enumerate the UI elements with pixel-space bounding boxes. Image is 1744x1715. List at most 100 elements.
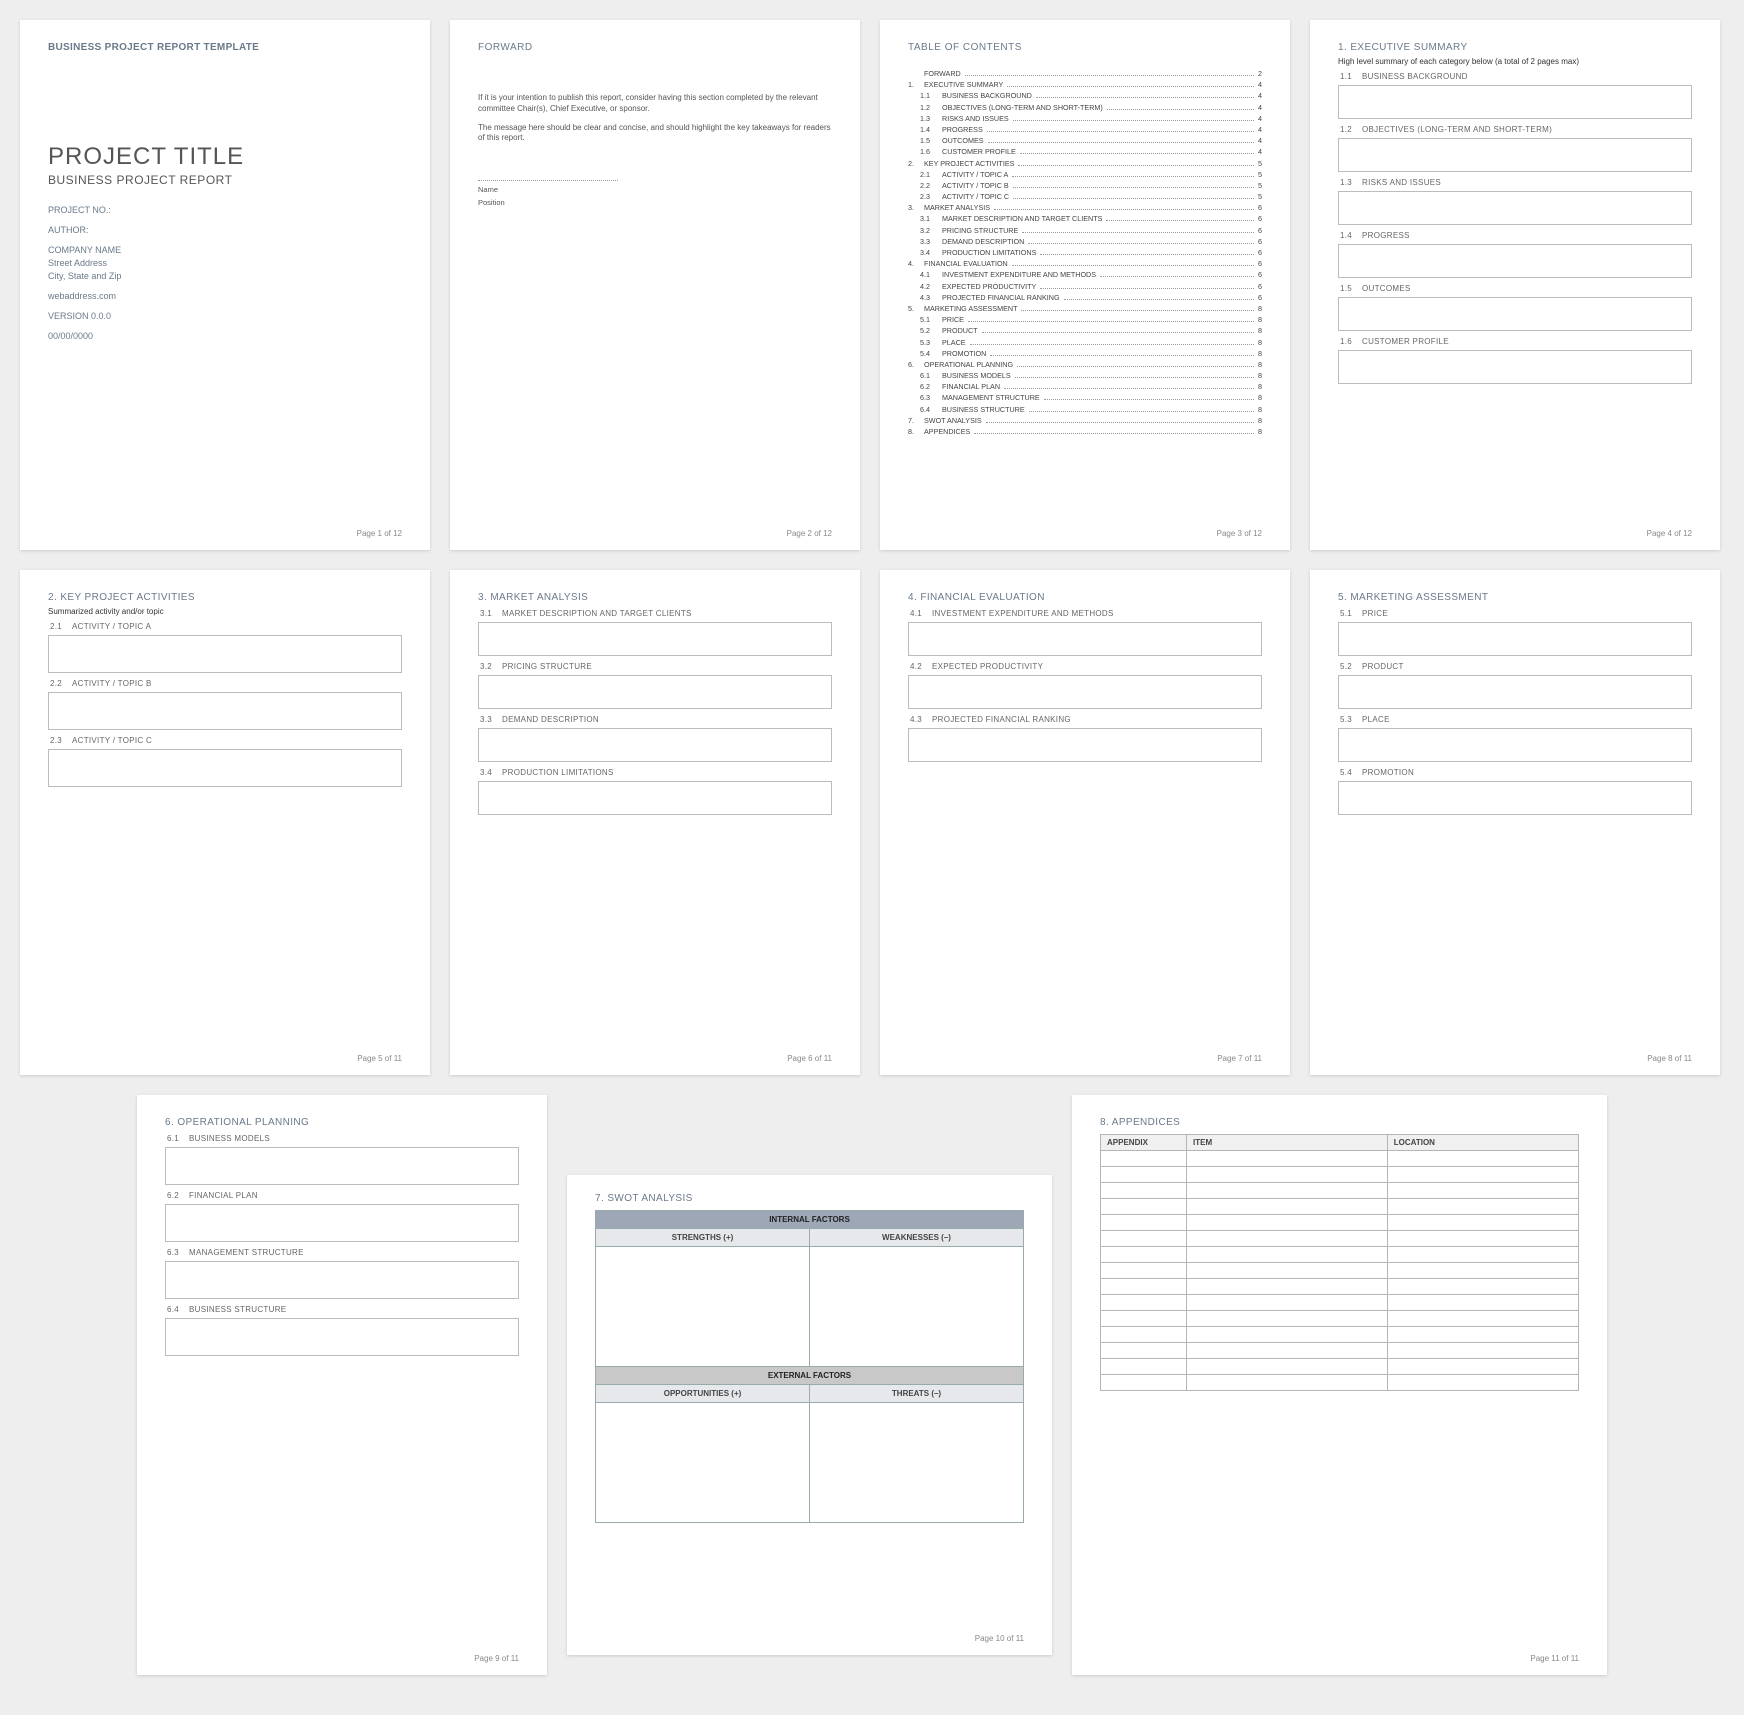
apx-cell[interactable] — [1187, 1231, 1388, 1247]
project-title: PROJECT TITLE — [48, 143, 402, 171]
toc-num: 7. — [908, 416, 918, 425]
toc-label: ACTIVITY / TOPIC C — [942, 192, 1009, 201]
toc-num: 2.2 — [920, 181, 936, 190]
apx-cell[interactable] — [1187, 1327, 1388, 1343]
apx-cell[interactable] — [1101, 1327, 1187, 1343]
apx-cell[interactable] — [1387, 1327, 1578, 1343]
apx-cell[interactable] — [1387, 1167, 1578, 1183]
subsection-heading: 4.3PROJECTED FINANCIAL RANKING — [910, 715, 1262, 724]
input-box[interactable] — [908, 675, 1262, 709]
apx-cell[interactable] — [1187, 1375, 1388, 1391]
input-box[interactable] — [165, 1318, 519, 1356]
subsection-heading: 1.5OUTCOMES — [1340, 284, 1692, 293]
apx-cell[interactable] — [1187, 1167, 1388, 1183]
input-box[interactable] — [48, 692, 402, 730]
swot-opportunities-cell[interactable] — [596, 1403, 810, 1523]
apx-cell[interactable] — [1187, 1199, 1388, 1215]
apx-cell[interactable] — [1187, 1311, 1388, 1327]
apx-cell[interactable] — [1387, 1263, 1578, 1279]
apx-cell[interactable] — [1187, 1247, 1388, 1263]
apx-cell[interactable] — [1387, 1231, 1578, 1247]
apx-col-item: ITEM — [1187, 1135, 1388, 1151]
apx-cell[interactable] — [1101, 1231, 1187, 1247]
apx-cell[interactable] — [1187, 1359, 1388, 1375]
input-box[interactable] — [48, 749, 402, 787]
toc-page: 4 — [1258, 91, 1262, 100]
apx-cell[interactable] — [1101, 1311, 1187, 1327]
input-box[interactable] — [1338, 675, 1692, 709]
apx-cell[interactable] — [1101, 1359, 1187, 1375]
input-box[interactable] — [1338, 781, 1692, 815]
apx-cell[interactable] — [1101, 1343, 1187, 1359]
apx-cell[interactable] — [1187, 1279, 1388, 1295]
apx-cell[interactable] — [1387, 1199, 1578, 1215]
apx-cell[interactable] — [1187, 1263, 1388, 1279]
swot-weaknesses-cell[interactable] — [810, 1247, 1024, 1367]
swot-table: INTERNAL FACTORS STRENGTHS (+) WEAKNESSE… — [595, 1210, 1024, 1523]
input-box[interactable] — [1338, 728, 1692, 762]
page-4-executive-summary: 1. EXECUTIVE SUMMARY High level summary … — [1310, 20, 1720, 550]
apx-cell[interactable] — [1387, 1183, 1578, 1199]
apx-cell[interactable] — [1387, 1343, 1578, 1359]
apx-cell[interactable] — [1387, 1279, 1578, 1295]
apx-cell[interactable] — [1387, 1215, 1578, 1231]
input-box[interactable] — [1338, 297, 1692, 331]
apx-cell[interactable] — [1101, 1375, 1187, 1391]
toc-entry: 5.MARKETING ASSESSMENT8 — [908, 304, 1262, 313]
apx-cell[interactable] — [1101, 1151, 1187, 1167]
input-box[interactable] — [165, 1147, 519, 1185]
input-box[interactable] — [478, 728, 832, 762]
city-state-zip: City, State and Zip — [48, 271, 402, 281]
apx-cell[interactable] — [1387, 1359, 1578, 1375]
toc-page: 8 — [1258, 371, 1262, 380]
apx-cell[interactable] — [1387, 1247, 1578, 1263]
apx-cell[interactable] — [1387, 1375, 1578, 1391]
input-box[interactable] — [1338, 85, 1692, 119]
apx-cell[interactable] — [1101, 1295, 1187, 1311]
subsection-heading: 4.1INVESTMENT EXPENDITURE AND METHODS — [910, 609, 1262, 618]
input-box[interactable] — [48, 635, 402, 673]
apx-cell[interactable] — [1101, 1279, 1187, 1295]
apx-cell[interactable] — [1187, 1183, 1388, 1199]
toc-entry: 1.4PROGRESS4 — [908, 125, 1262, 134]
swot-threats-cell[interactable] — [810, 1403, 1024, 1523]
page-9-operational-planning: 6. OPERATIONAL PLANNING 6.1BUSINESS MODE… — [137, 1095, 547, 1675]
apx-cell[interactable] — [1187, 1343, 1388, 1359]
apx-cell[interactable] — [1187, 1295, 1388, 1311]
apx-cell[interactable] — [1187, 1215, 1388, 1231]
input-box[interactable] — [908, 622, 1262, 656]
input-box[interactable] — [1338, 622, 1692, 656]
apx-cell[interactable] — [1387, 1151, 1578, 1167]
apx-cell[interactable] — [1101, 1199, 1187, 1215]
page-footer: Page 2 of 12 — [787, 529, 832, 538]
toc-label: BUSINESS STRUCTURE — [942, 405, 1025, 414]
input-box[interactable] — [1338, 350, 1692, 384]
input-box[interactable] — [478, 781, 832, 815]
apx-cell[interactable] — [1101, 1247, 1187, 1263]
apx-cell[interactable] — [1187, 1151, 1388, 1167]
input-box[interactable] — [165, 1261, 519, 1299]
input-box[interactable] — [1338, 138, 1692, 172]
input-box[interactable] — [908, 728, 1262, 762]
page-10-swot: 7. SWOT ANALYSIS INTERNAL FACTORS STRENG… — [567, 1175, 1052, 1655]
apx-cell[interactable] — [1101, 1167, 1187, 1183]
table-row — [1101, 1183, 1579, 1199]
toc-num: 3.4 — [920, 248, 936, 257]
input-box[interactable] — [165, 1204, 519, 1242]
apx-cell[interactable] — [1387, 1295, 1578, 1311]
apx-cell[interactable] — [1387, 1311, 1578, 1327]
swot-strengths-cell[interactable] — [596, 1247, 810, 1367]
table-row — [1101, 1151, 1579, 1167]
apx-cell[interactable] — [1101, 1183, 1187, 1199]
apx-cell[interactable] — [1101, 1215, 1187, 1231]
apx-cell[interactable] — [1101, 1263, 1187, 1279]
input-box[interactable] — [478, 675, 832, 709]
toc-label: MARKET DESCRIPTION AND TARGET CLIENTS — [942, 214, 1102, 223]
toc-dots — [1018, 165, 1254, 166]
toc-label: MARKET ANALYSIS — [924, 203, 990, 212]
input-box[interactable] — [1338, 191, 1692, 225]
toc-page: 6 — [1258, 248, 1262, 257]
input-box[interactable] — [478, 622, 832, 656]
toc-dots — [1017, 366, 1254, 367]
input-box[interactable] — [1338, 244, 1692, 278]
